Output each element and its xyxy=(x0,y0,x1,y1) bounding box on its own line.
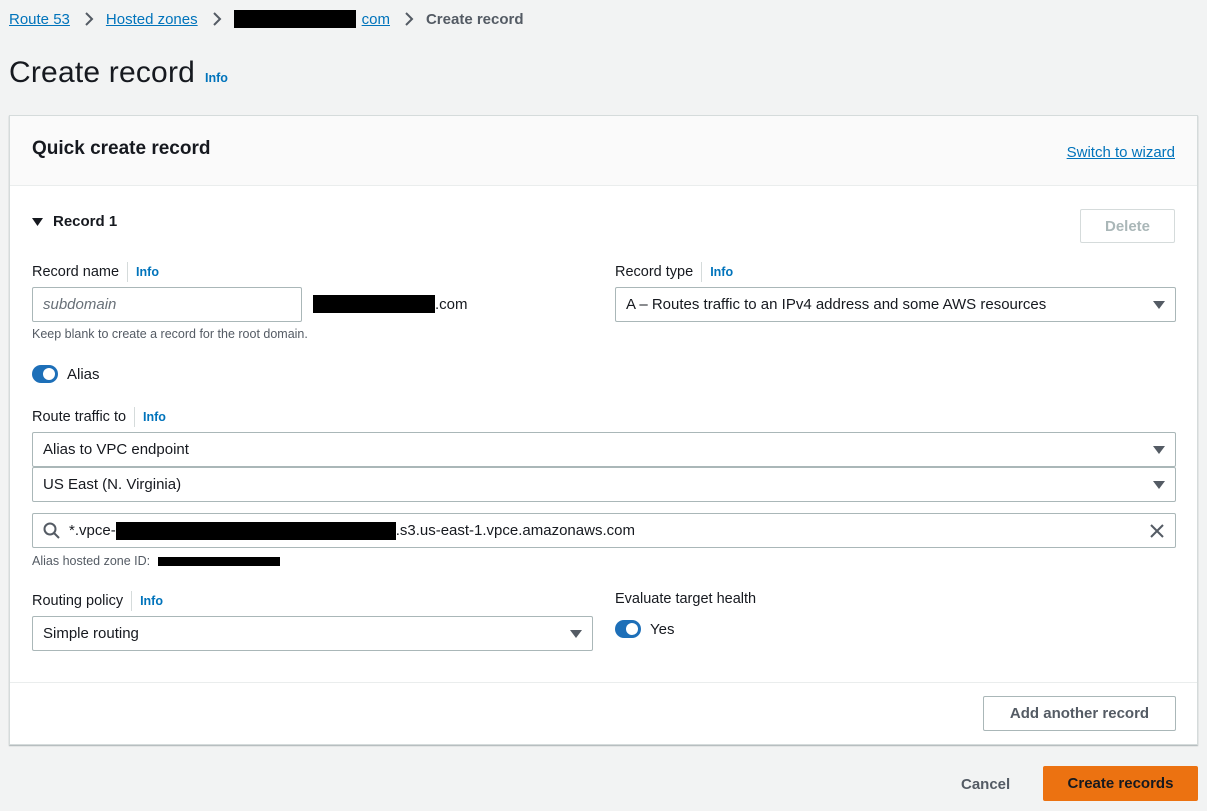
record-1-toggle[interactable]: Record 1 xyxy=(32,213,117,230)
region-select[interactable]: US East (N. Virginia) xyxy=(32,467,1176,502)
record-type-select[interactable]: A – Routes traffic to an IPv4 address an… xyxy=(615,287,1176,322)
route-traffic-label-row: Route traffic to Info xyxy=(32,407,166,427)
redacted-endpoint xyxy=(115,521,396,540)
page-info-link[interactable]: Info xyxy=(205,71,228,85)
record-name-input[interactable]: subdomain xyxy=(32,287,302,322)
delete-button[interactable]: Delete xyxy=(1080,209,1175,243)
region-value: US East (N. Virginia) xyxy=(43,476,182,493)
routing-policy-info-link[interactable]: Info xyxy=(140,594,163,608)
caret-down-icon xyxy=(570,629,582,638)
evaluate-health-label: Evaluate target health xyxy=(615,591,757,607)
chevron-right-icon xyxy=(400,9,418,29)
routing-policy-label: Routing policy xyxy=(32,593,124,609)
record-name-hint: Keep blank to create a record for the ro… xyxy=(32,327,308,341)
routing-policy-label-row: Routing policy Info xyxy=(32,591,163,611)
routing-policy-value: Simple routing xyxy=(43,625,139,642)
endpoint-search-content: *.vpce- .s3.us-east-1.vpce.amazonaws.com xyxy=(43,521,635,540)
redacted-domain xyxy=(313,295,435,313)
breadcrumb-route53[interactable]: Route 53 xyxy=(9,11,70,28)
caret-down-icon xyxy=(32,217,43,226)
evaluate-health-toggle[interactable] xyxy=(615,620,641,638)
record-1-label: Record 1 xyxy=(53,213,118,230)
record-type-info-link[interactable]: Info xyxy=(710,265,733,279)
cancel-button[interactable]: Cancel xyxy=(961,776,1010,793)
breadcrumb: Route 53 Hosted zones com Create record xyxy=(9,9,524,29)
redacted-domain xyxy=(233,10,356,28)
quick-create-panel: Quick create record Switch to wizard Rec… xyxy=(9,115,1198,745)
caret-down-icon xyxy=(1153,300,1165,309)
zone-id-label: Alias hosted zone ID: xyxy=(32,554,151,568)
alias-label: Alias xyxy=(67,365,100,383)
page-title: Create record xyxy=(9,56,196,89)
divider xyxy=(127,262,129,282)
record-type-label-row: Record type Info xyxy=(615,262,733,282)
evaluate-health-row: Yes xyxy=(615,620,674,638)
add-another-record-button[interactable]: Add another record xyxy=(983,696,1176,731)
endpoint-prefix: *.vpce- xyxy=(69,522,116,539)
endpoint-type-select[interactable]: Alias to VPC endpoint xyxy=(32,432,1176,467)
switch-to-wizard-link[interactable]: Switch to wizard xyxy=(1067,144,1175,161)
chevron-right-icon xyxy=(80,9,98,29)
record-name-suffix: .com xyxy=(313,295,468,313)
endpoint-search-input[interactable]: *.vpce- .s3.us-east-1.vpce.amazonaws.com xyxy=(32,513,1176,548)
record-name-label: Record name xyxy=(32,264,120,280)
caret-down-icon xyxy=(1153,445,1165,454)
zone-id-row: Alias hosted zone ID: xyxy=(32,554,281,568)
panel-title: Quick create record xyxy=(32,138,211,159)
record-type-value: A – Routes traffic to an IPv4 address an… xyxy=(626,296,1047,313)
divider xyxy=(131,591,133,611)
divider xyxy=(701,262,703,282)
divider xyxy=(134,407,136,427)
alias-row: Alias xyxy=(32,365,100,383)
create-records-button[interactable]: Create records xyxy=(1043,766,1198,801)
page-header: Create record Info xyxy=(9,56,228,90)
breadcrumb-hosted-zones[interactable]: Hosted zones xyxy=(106,11,198,28)
breadcrumb-zone[interactable]: com xyxy=(362,11,390,28)
chevron-right-icon xyxy=(208,9,226,29)
alias-toggle[interactable] xyxy=(32,365,58,383)
domain-suffix: .com xyxy=(435,295,468,313)
close-icon[interactable] xyxy=(1149,523,1165,539)
redacted-zone-id xyxy=(158,556,281,566)
routing-policy-select[interactable]: Simple routing xyxy=(32,616,593,651)
evaluate-health-value: Yes xyxy=(650,620,675,638)
record-type-label: Record type xyxy=(615,264,694,280)
search-icon xyxy=(43,522,60,539)
record-name-label-row: Record name Info xyxy=(32,262,159,282)
panel-header: Quick create record Switch to wizard xyxy=(10,116,1197,186)
breadcrumb-current: Create record xyxy=(425,10,524,28)
route-traffic-info-link[interactable]: Info xyxy=(143,410,166,424)
panel-footer-divider xyxy=(10,682,1197,683)
endpoint-suffix: .s3.us-east-1.vpce.amazonaws.com xyxy=(395,522,635,539)
record-name-info-link[interactable]: Info xyxy=(136,265,159,279)
endpoint-type-value: Alias to VPC endpoint xyxy=(43,441,189,458)
route-traffic-label: Route traffic to xyxy=(32,409,127,425)
caret-down-icon xyxy=(1153,480,1165,489)
